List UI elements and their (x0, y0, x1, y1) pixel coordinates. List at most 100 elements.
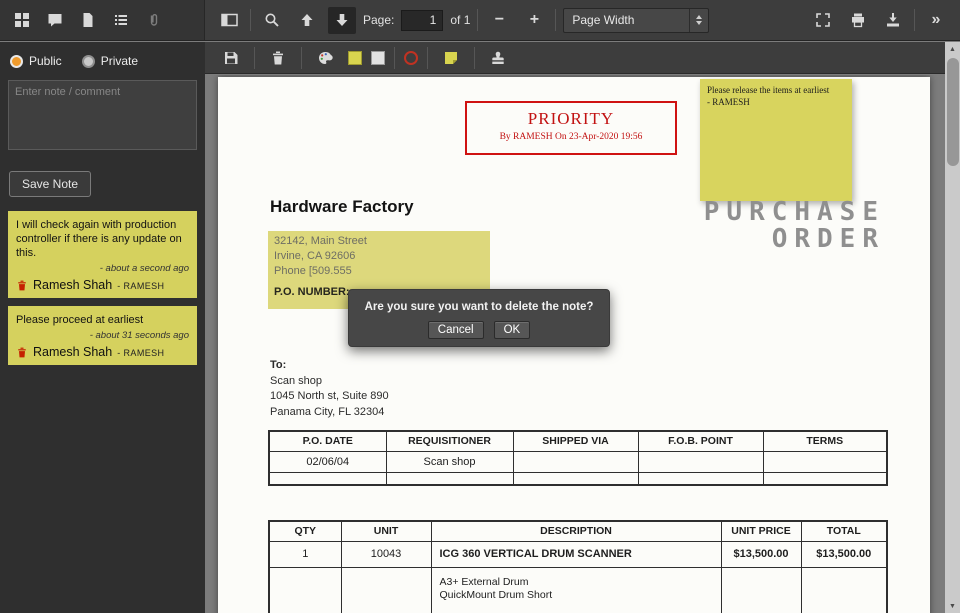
page-count-label: of 1 (450, 13, 470, 27)
notes-sidebar: Public Private Save Note I will check ag… (0, 42, 205, 613)
toolbar-separator (301, 47, 302, 69)
table-header-cell: SHIPPED VIA (513, 431, 638, 451)
outline-list-icon[interactable] (107, 7, 135, 34)
previous-page-arrow-icon[interactable] (293, 7, 321, 34)
main-toolbar: Page: of 1 − + Page Width » (205, 0, 960, 40)
ok-button[interactable]: OK (494, 321, 531, 339)
public-radio[interactable] (10, 55, 23, 68)
recipient-line: Scan shop (270, 374, 389, 390)
save-annotations-icon[interactable] (217, 44, 245, 71)
select-arrows-icon (689, 9, 708, 32)
zoom-select[interactable]: Page Width (563, 8, 709, 33)
table-cell: ICG 360 VERTICAL DRUM SCANNER (431, 541, 721, 567)
fullscreen-icon[interactable] (809, 7, 837, 34)
private-radio[interactable] (82, 55, 95, 68)
purchase-order-stamp: PURCHASE ORDER (673, 199, 885, 253)
table-cell: 02/06/04 (269, 451, 386, 472)
delete-note-trash-icon[interactable] (16, 279, 28, 292)
note-author-username: - RAMESH (117, 281, 164, 291)
recipient-block: To: Scan shop 1045 North st, Suite 890 P… (270, 358, 389, 420)
table-header-cell: QTY (269, 521, 341, 541)
document-viewport[interactable]: PRIORITY By RAMESH On 23-Apr-2020 19:56 … (205, 75, 945, 613)
delete-annotation-trash-icon[interactable] (264, 44, 292, 71)
table-header-row: QTYUNITDESCRIPTIONUNIT PRICETOTAL (269, 521, 887, 541)
delete-note-dialog: Are you sure you want to delete the note… (348, 289, 610, 347)
delete-note-trash-icon[interactable] (16, 346, 28, 359)
table-cell (638, 451, 763, 472)
table-header-cell: REQUISITIONER (386, 431, 513, 451)
table-header-cell: TOTAL (801, 521, 887, 541)
address-line: Irvine, CA 92606 (274, 249, 484, 264)
toolbar-separator (555, 9, 556, 31)
table-cell (269, 567, 341, 613)
table-header-cell: TERMS (763, 431, 887, 451)
yellow-highlight-swatch[interactable] (348, 51, 362, 65)
scroll-down-arrow-icon[interactable]: ▼ (945, 599, 960, 613)
zoom-out-button[interactable]: − (485, 7, 513, 34)
public-radio-option[interactable]: Public (10, 54, 62, 68)
table-cell (763, 472, 887, 485)
stamp-line: PURCHASE (673, 199, 885, 226)
scrollbar-thumb[interactable] (947, 58, 959, 166)
sticky-note-text: Please release the items at earliest (707, 84, 845, 96)
note-author-row: Ramesh Shah - RAMESH (16, 345, 189, 359)
table-cell: 1 (269, 541, 341, 567)
table-row: A3+ External Drum QuickMount Drum Short (269, 567, 887, 613)
red-circle-annotation-icon[interactable] (404, 51, 418, 65)
note-input[interactable] (8, 80, 197, 150)
table-header-cell: P.O. DATE (269, 431, 386, 451)
table-header-row: P.O. DATEREQUISITIONERSHIPPED VIAF.O.B. … (269, 431, 887, 451)
toolbar-separator (914, 9, 915, 31)
table-header-cell: UNIT (341, 521, 431, 541)
document-icon[interactable] (74, 7, 102, 34)
color-palette-icon[interactable] (311, 44, 339, 71)
document-page: PRIORITY By RAMESH On 23-Apr-2020 19:56 … (218, 77, 930, 613)
page-number-input[interactable] (401, 10, 443, 31)
note-author-row: Ramesh Shah - RAMESH (16, 278, 189, 292)
attachment-paperclip-icon[interactable] (140, 7, 168, 34)
stamp-icon[interactable] (484, 44, 512, 71)
print-icon[interactable] (844, 7, 872, 34)
vertical-scrollbar[interactable]: ▲ ▼ (945, 42, 960, 613)
private-radio-option[interactable]: Private (82, 54, 138, 68)
zoom-select-value: Page Width (572, 13, 634, 27)
toggle-sidebar-icon[interactable] (215, 7, 243, 34)
zoom-in-button[interactable]: + (520, 7, 548, 34)
save-note-button[interactable]: Save Note (9, 171, 91, 197)
table-cell (721, 567, 801, 613)
dialog-buttons: Cancel OK (349, 321, 609, 339)
white-fill-swatch[interactable] (371, 51, 385, 65)
cancel-button[interactable]: Cancel (428, 321, 484, 339)
search-icon[interactable] (258, 7, 286, 34)
toolbar-separator (250, 9, 251, 31)
to-label: To: (270, 358, 389, 374)
table-cell (341, 567, 431, 613)
sticky-note-annotation[interactable]: Please release the items at earliest - R… (700, 79, 852, 201)
sidebar-toolbar (0, 0, 205, 40)
sticky-note-icon[interactable] (437, 44, 465, 71)
more-tools-button[interactable]: » (922, 7, 950, 34)
toolbar-separator (474, 47, 475, 69)
note-timestamp: - about a second ago (16, 263, 189, 274)
table-cell (801, 567, 887, 613)
next-page-arrow-icon[interactable] (328, 7, 356, 34)
thumbnails-grid-icon[interactable] (8, 7, 36, 34)
address-line: 32142, Main Street (274, 234, 484, 249)
toolbar-separator (394, 47, 395, 69)
public-radio-label: Public (29, 54, 62, 68)
note-author-name: Ramesh Shah (33, 345, 112, 359)
priority-stamp-annotation[interactable]: PRIORITY By RAMESH On 23-Apr-2020 19:56 (465, 101, 677, 155)
private-radio-label: Private (101, 54, 138, 68)
table-row (269, 472, 887, 485)
scroll-up-arrow-icon[interactable]: ▲ (945, 42, 960, 56)
note-text: Please proceed at earliest (16, 313, 189, 327)
note-author-username: - RAMESH (117, 348, 164, 358)
top-toolbar: Page: of 1 − + Page Width » (0, 0, 960, 41)
note-author-name: Ramesh Shah (33, 278, 112, 292)
download-icon[interactable] (879, 7, 907, 34)
table-cell: Scan shop (386, 451, 513, 472)
comments-icon[interactable] (41, 7, 69, 34)
note-timestamp: - about 31 seconds ago (16, 330, 189, 341)
table-row: 110043ICG 360 VERTICAL DRUM SCANNER$13,5… (269, 541, 887, 567)
line-items-table: QTYUNITDESCRIPTIONUNIT PRICETOTAL110043I… (268, 520, 888, 613)
